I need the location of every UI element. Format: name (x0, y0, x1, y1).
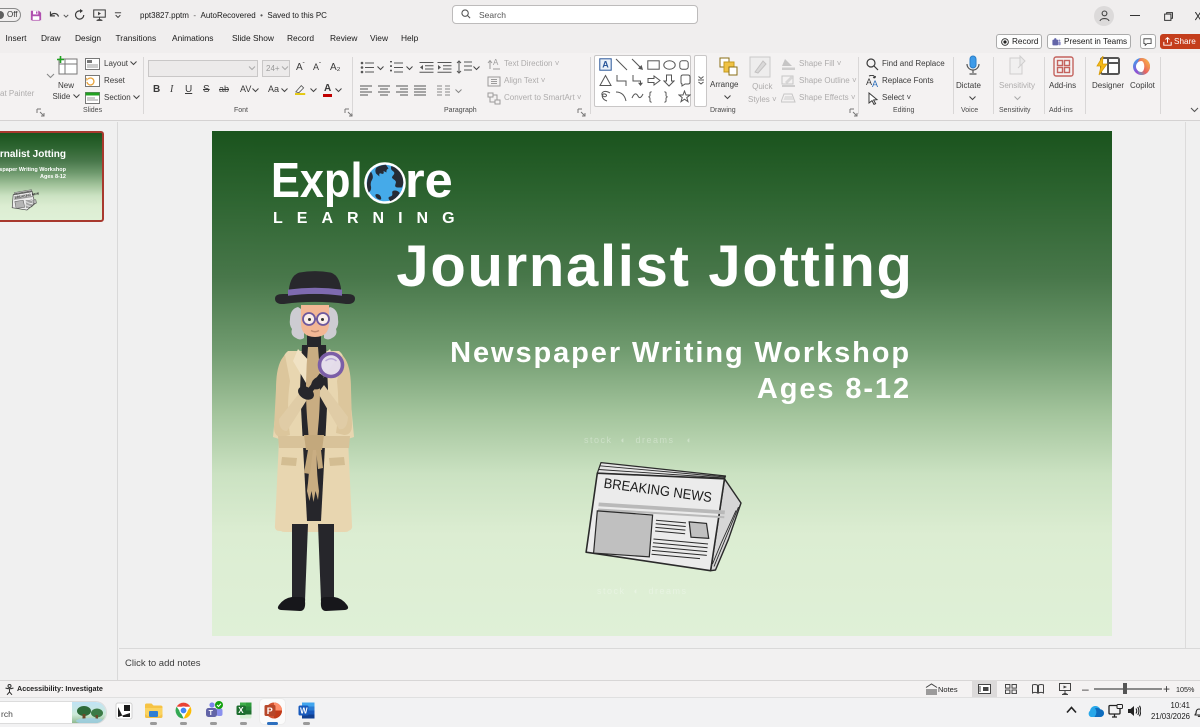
svg-text:T: T (209, 710, 214, 717)
svg-text:A: A (872, 79, 878, 88)
svg-text:A: A (602, 60, 609, 70)
svg-text:P: P (267, 706, 273, 716)
svg-text:A: A (493, 58, 499, 67)
svg-text:W: W (300, 706, 308, 715)
svg-text:X: X (238, 706, 244, 715)
